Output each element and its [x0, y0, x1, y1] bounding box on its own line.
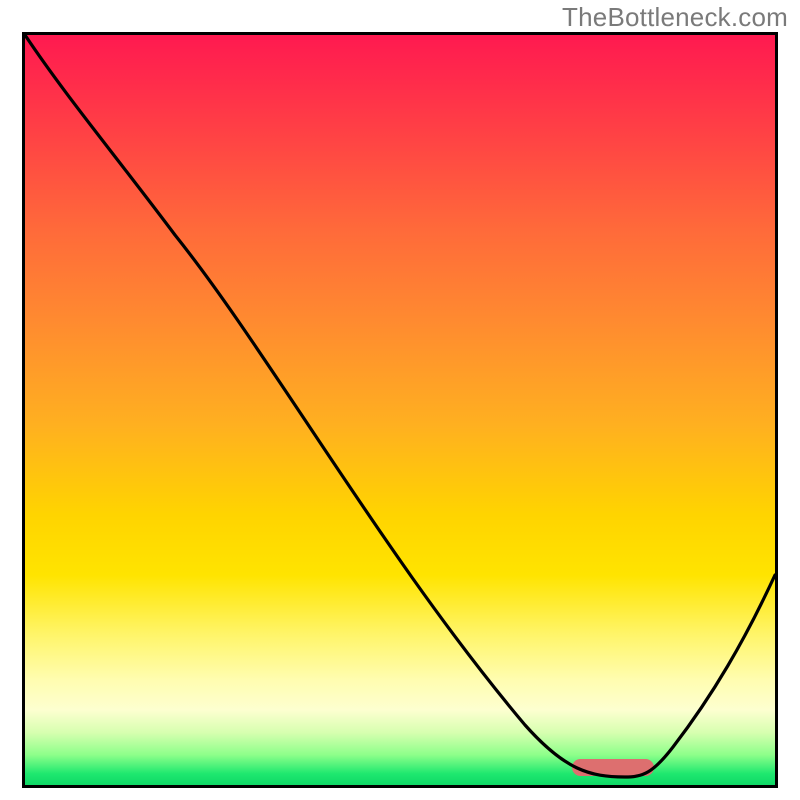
plot-area: [22, 32, 778, 788]
bottleneck-curve: [25, 35, 775, 785]
attribution-text: TheBottleneck.com: [562, 2, 788, 33]
